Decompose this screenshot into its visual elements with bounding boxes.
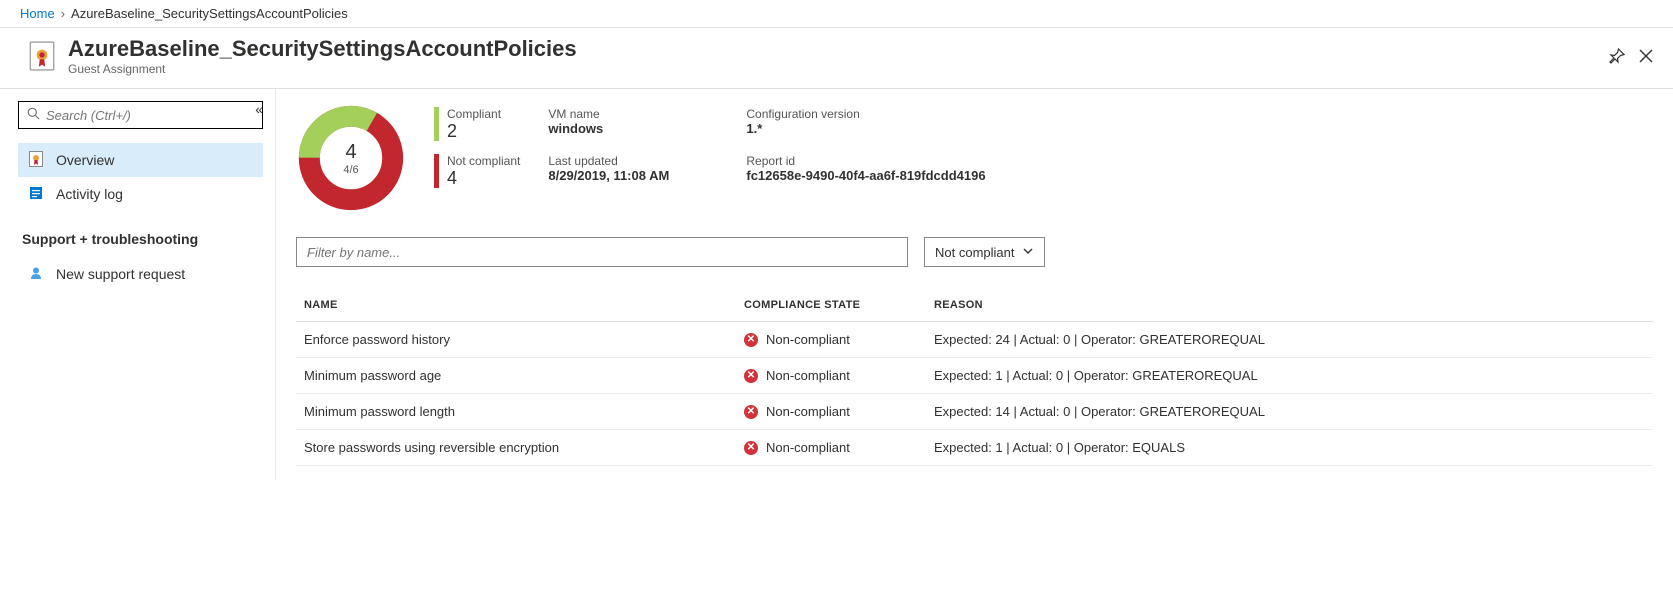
sidebar: « Overview Activity log Support + troubl…: [0, 89, 275, 480]
cell-state: ✕Non-compliant: [736, 430, 926, 466]
content-area: 4 4/6 Compliant 2 Not compliant 4: [275, 89, 1673, 480]
sidebar-item-activity-log[interactable]: Activity log: [18, 177, 263, 211]
chevron-right-icon: ›: [61, 6, 65, 21]
sidebar-item-label: New support request: [56, 266, 185, 282]
page-subtitle: Guest Assignment: [68, 62, 1609, 76]
log-icon: [28, 186, 44, 203]
compliance-filter-dropdown[interactable]: Not compliant: [924, 237, 1045, 267]
stat-bar-compliant-icon: [434, 107, 439, 141]
cell-state: ✕Non-compliant: [736, 358, 926, 394]
cell-reason: Expected: 1 | Actual: 0 | Operator: EQUA…: [926, 430, 1653, 466]
close-icon[interactable]: [1639, 49, 1653, 63]
table-header-state[interactable]: COMPLIANCE STATE: [736, 289, 926, 322]
table-row[interactable]: Minimum password length✕Non-compliantExp…: [296, 394, 1653, 430]
donut-center-fraction: 4/6: [343, 164, 358, 176]
config-version-value: 1.*: [746, 121, 1046, 136]
cell-name: Enforce password history: [296, 322, 736, 358]
search-icon: [27, 107, 40, 123]
vm-name-label: VM name: [548, 107, 718, 121]
certificate-small-icon: [28, 151, 44, 170]
report-id-label: Report id: [746, 154, 1046, 168]
config-version-label: Configuration version: [746, 107, 1046, 121]
sidebar-item-label: Overview: [56, 152, 114, 168]
stat-noncompliant-value: 4: [447, 168, 520, 189]
stat-compliant: Compliant 2: [434, 107, 520, 142]
compliance-filter-value: Not compliant: [935, 245, 1014, 260]
chevron-down-icon: [1022, 245, 1034, 260]
compliance-donut-chart: 4 4/6: [296, 103, 406, 213]
table-header-name[interactable]: NAME: [296, 289, 736, 322]
page-title: AzureBaseline_SecuritySettingsAccountPol…: [68, 36, 1609, 62]
collapse-sidebar-icon[interactable]: «: [255, 101, 263, 117]
cell-name: Store passwords using reversible encrypt…: [296, 430, 736, 466]
cell-name: Minimum password age: [296, 358, 736, 394]
error-icon: ✕: [744, 405, 758, 419]
cell-reason: Expected: 24 | Actual: 0 | Operator: GRE…: [926, 322, 1653, 358]
cell-state: ✕Non-compliant: [736, 322, 926, 358]
stat-compliant-label: Compliant: [447, 107, 501, 121]
table-header-reason[interactable]: REASON: [926, 289, 1653, 322]
cell-state: ✕Non-compliant: [736, 394, 926, 430]
breadcrumb-home[interactable]: Home: [20, 6, 55, 21]
report-id-value: fc12658e-9490-40f4-aa6f-819fdcdd4196: [746, 168, 1046, 183]
stat-noncompliant-label: Not compliant: [447, 154, 520, 168]
cell-name: Minimum password length: [296, 394, 736, 430]
breadcrumb-current: AzureBaseline_SecuritySettingsAccountPol…: [71, 6, 348, 21]
sidebar-item-label: Activity log: [56, 186, 123, 202]
error-icon: ✕: [744, 333, 758, 347]
cell-reason: Expected: 14 | Actual: 0 | Operator: GRE…: [926, 394, 1653, 430]
breadcrumb: Home › AzureBaseline_SecuritySettingsAcc…: [0, 0, 1673, 28]
stat-noncompliant: Not compliant 4: [434, 154, 520, 189]
table-row[interactable]: Minimum password age✕Non-compliantExpect…: [296, 358, 1653, 394]
error-icon: ✕: [744, 441, 758, 455]
error-icon: ✕: [744, 369, 758, 383]
last-updated-label: Last updated: [548, 154, 718, 168]
certificate-icon: [28, 41, 56, 71]
donut-center-value: 4: [345, 141, 356, 164]
last-updated-value: 8/29/2019, 11:08 AM: [548, 168, 718, 183]
sidebar-item-overview[interactable]: Overview: [18, 143, 263, 177]
pin-icon[interactable]: [1609, 48, 1625, 64]
cell-reason: Expected: 1 | Actual: 0 | Operator: GREA…: [926, 358, 1653, 394]
filter-by-name-input[interactable]: [296, 237, 908, 267]
stat-compliant-value: 2: [447, 121, 501, 142]
compliance-table: NAME COMPLIANCE STATE REASON Enforce pas…: [296, 289, 1653, 466]
table-row[interactable]: Store passwords using reversible encrypt…: [296, 430, 1653, 466]
sidebar-search-input[interactable]: [46, 108, 254, 123]
stat-bar-noncompliant-icon: [434, 154, 439, 188]
support-icon: [28, 266, 44, 283]
page-header: AzureBaseline_SecuritySettingsAccountPol…: [0, 28, 1673, 89]
table-row[interactable]: Enforce password history✕Non-compliantEx…: [296, 322, 1653, 358]
sidebar-item-new-support-request[interactable]: New support request: [18, 257, 263, 291]
sidebar-section-title: Support + troubleshooting: [22, 231, 263, 247]
vm-name-value: windows: [548, 121, 718, 136]
sidebar-search[interactable]: [18, 101, 263, 129]
